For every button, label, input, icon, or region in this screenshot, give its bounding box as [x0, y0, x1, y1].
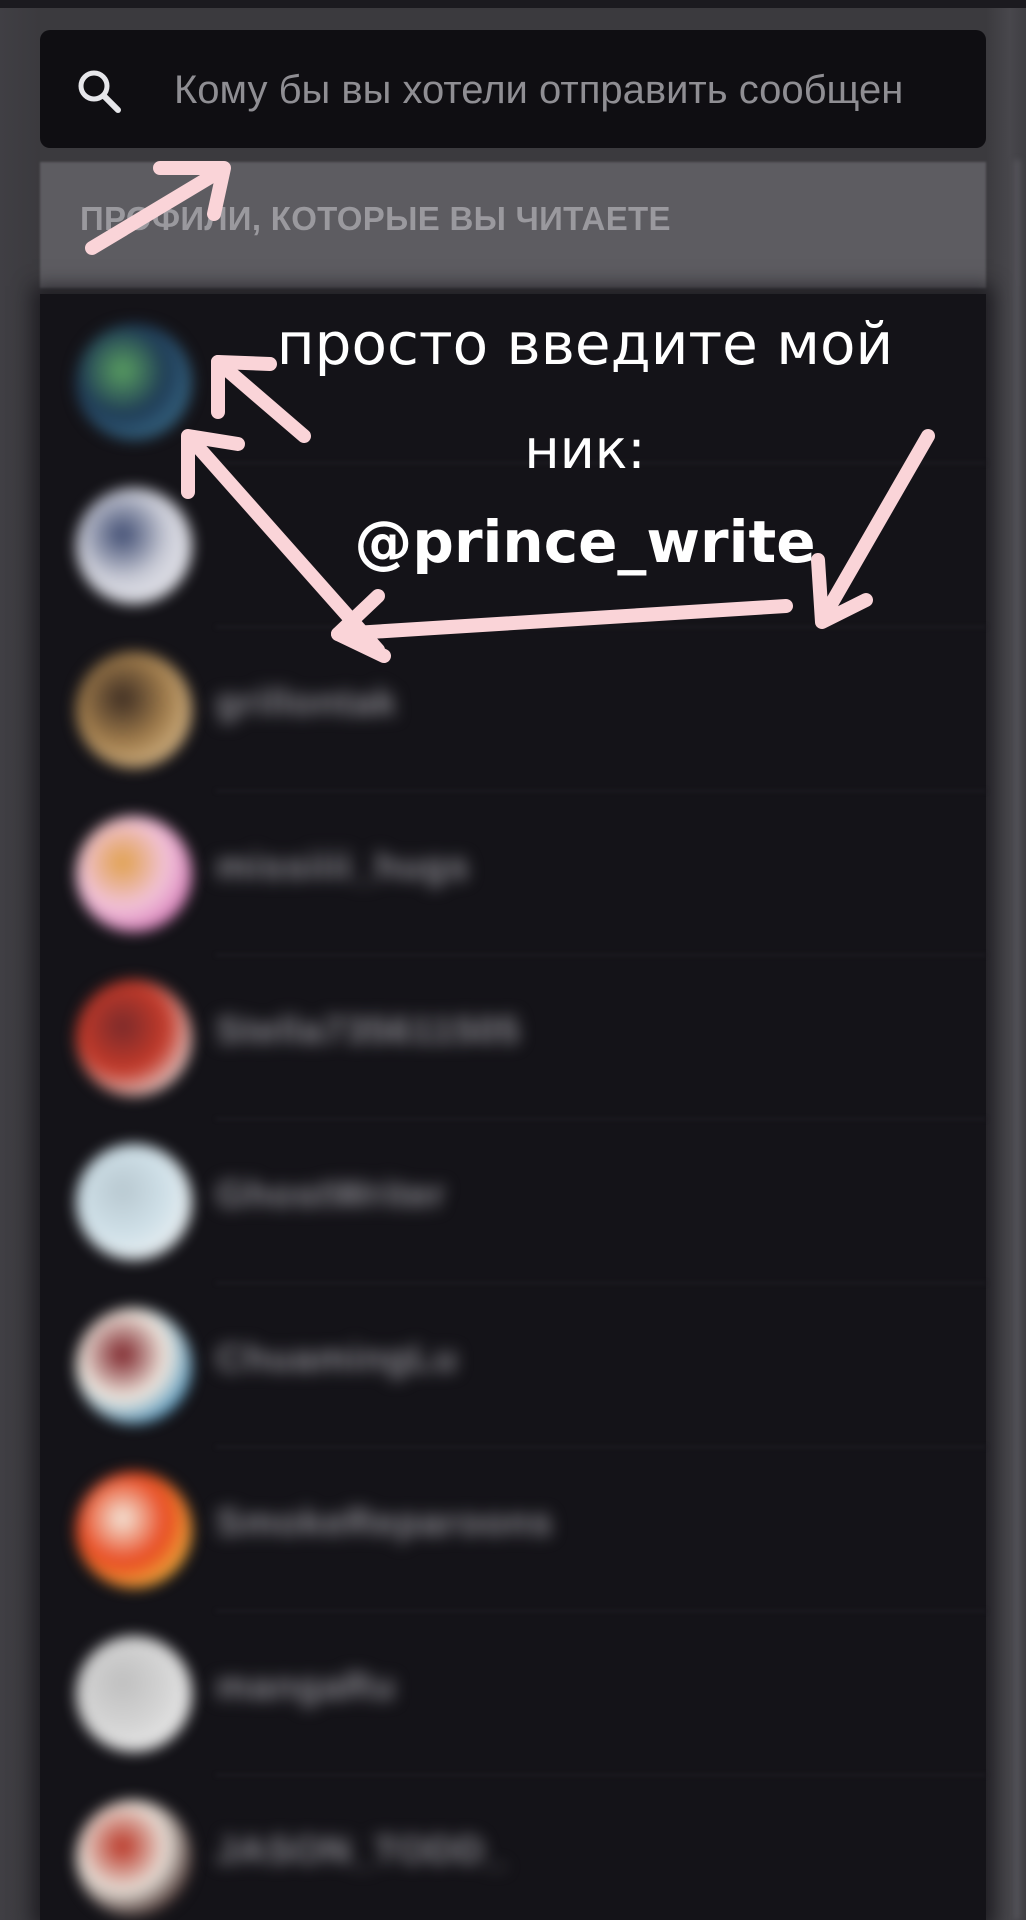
section-title: ПРОФИЛИ, КОТОРЫЕ ВЫ ЧИТАЕТЕ	[80, 200, 671, 237]
avatar[interactable]	[76, 1472, 192, 1588]
screen: ПРОФИЛИ, КОТОРЫЕ ВЫ ЧИТАЕТЕ grillontak mi…	[0, 0, 1026, 1920]
list-item[interactable]: JASON_TODD_	[40, 1776, 986, 1920]
profile-username: SmokeReparoons	[216, 1502, 554, 1544]
search-input[interactable]	[174, 62, 986, 118]
profile-username: GhostWriter	[216, 1174, 446, 1216]
avatar[interactable]	[76, 1308, 192, 1424]
list-item[interactable]: missiiii_hugs	[40, 792, 986, 956]
scrollbar[interactable]	[1014, 160, 1020, 1920]
list-item[interactable]: grillontak	[40, 628, 986, 792]
list-item[interactable]: ChuamingLu	[40, 1284, 986, 1448]
list-item[interactable]: SmokeReparoons	[40, 1448, 986, 1612]
status-strip	[0, 0, 1026, 8]
list-item[interactable]: mangaRu	[40, 1612, 986, 1776]
avatar[interactable]	[76, 1636, 192, 1752]
profile-username: Stella735611505	[216, 1010, 521, 1052]
overlay-handle: @prince_write	[354, 508, 816, 576]
avatar[interactable]	[76, 324, 192, 440]
avatar[interactable]	[76, 652, 192, 768]
search-icon[interactable]	[74, 66, 124, 116]
list-item[interactable]: GhostWriter	[40, 1120, 986, 1284]
profile-username: JASON_TODD_	[216, 1830, 508, 1872]
overlay-line-1: просто введите мой	[276, 310, 894, 378]
avatar[interactable]	[76, 980, 192, 1096]
overlay-line-2: ник:	[524, 418, 646, 481]
profile-username: mangaRu	[216, 1666, 397, 1708]
avatar[interactable]	[76, 1800, 192, 1916]
avatar[interactable]	[76, 816, 192, 932]
profile-username: ChuamingLu	[216, 1338, 459, 1380]
avatar[interactable]	[76, 1144, 192, 1260]
list-item[interactable]: Stella735611505	[40, 956, 986, 1120]
profile-username: grillontak	[216, 682, 398, 724]
avatar[interactable]	[76, 488, 192, 604]
profile-username: missiiii_hugs	[216, 846, 470, 888]
